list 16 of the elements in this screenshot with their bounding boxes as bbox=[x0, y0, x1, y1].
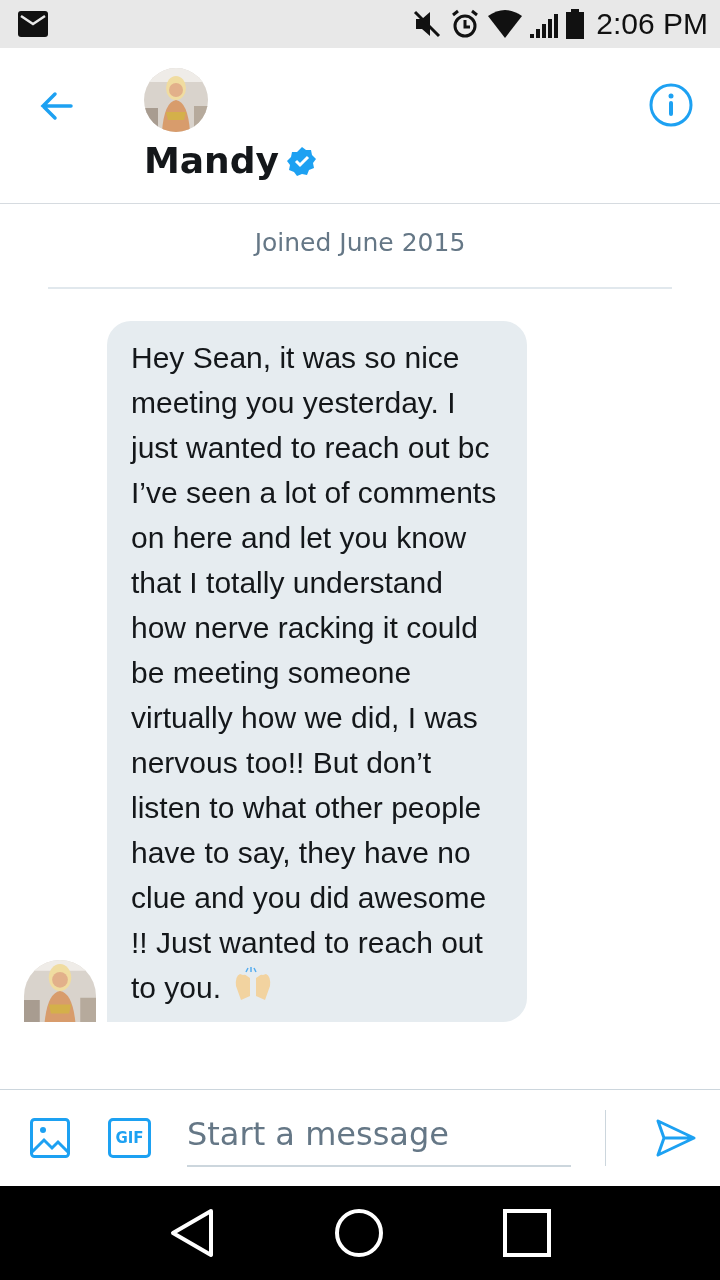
contact-name: Mandy bbox=[144, 140, 279, 181]
back-nav-button[interactable] bbox=[169, 1208, 216, 1258]
message-bubble: Hey Sean, it was so nice meeting you yesterday. I just wanted to reach out bc I’ve seen a lot of comments on here and let you know that I totally understand how nerve racking it could be meeting someone virtually how we did, I was nervous too!! But don’t listen to what other people have to say, they have no clue and you did awesome !! Just wanted to reach out to you. bbox=[107, 321, 527, 1022]
info-button[interactable] bbox=[648, 82, 694, 128]
clock-time: 2:06 PM bbox=[596, 7, 708, 41]
mute-icon bbox=[412, 9, 443, 39]
joined-date: Joined June 2015 bbox=[252, 228, 467, 257]
home-nav-button[interactable] bbox=[334, 1208, 384, 1258]
wifi-icon bbox=[488, 10, 523, 38]
alarm-icon bbox=[450, 9, 481, 39]
battery-icon bbox=[566, 9, 585, 39]
gif-button[interactable]: GIF bbox=[108, 1118, 151, 1158]
mail-icon bbox=[18, 11, 48, 37]
image-button[interactable] bbox=[30, 1118, 70, 1158]
recents-nav-button[interactable] bbox=[502, 1209, 551, 1257]
send-button[interactable] bbox=[656, 1119, 696, 1157]
